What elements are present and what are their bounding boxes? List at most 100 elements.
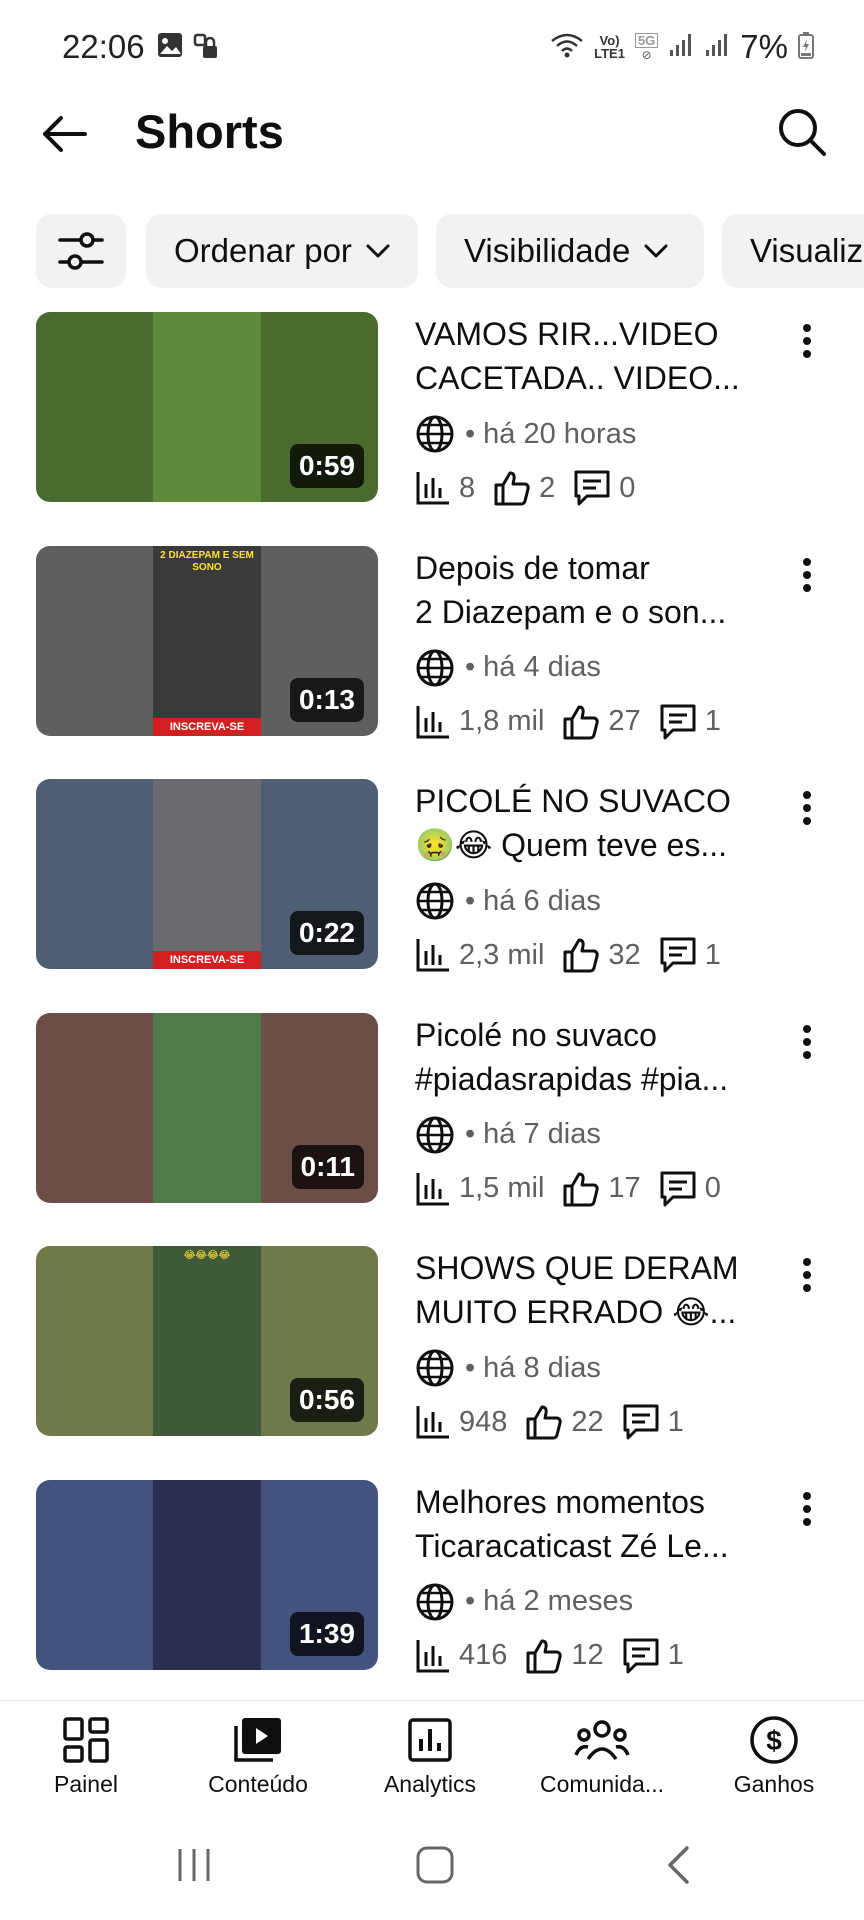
views-chart-icon bbox=[416, 939, 449, 972]
video-thumbnail[interactable]: 0:59 bbox=[36, 312, 378, 502]
thumbs-up-icon bbox=[563, 938, 600, 973]
gallery-notification-icon bbox=[157, 32, 183, 65]
chevron-left-icon bbox=[668, 1846, 689, 1884]
more-options-button[interactable] bbox=[790, 783, 824, 833]
video-thumbnail[interactable]: 1:39 bbox=[36, 1479, 378, 1670]
5g-indicator: 5G ⊘ bbox=[634, 32, 659, 62]
thumbs-up-icon bbox=[494, 471, 530, 506]
separator-dot: • bbox=[465, 1351, 476, 1384]
visibility-dropdown[interactable]: Visibilidade bbox=[436, 214, 704, 288]
dashboard-icon bbox=[62, 1711, 110, 1769]
more-vertical-icon bbox=[803, 1024, 811, 1059]
system-navigation-bar bbox=[0, 1810, 864, 1920]
views-chart-icon bbox=[416, 1406, 449, 1439]
signal-icon-2 bbox=[704, 32, 730, 63]
thumbnail-caption: 2 DIAZEPAM E SEM SONO bbox=[160, 549, 254, 573]
views-stat: 8 bbox=[415, 470, 475, 506]
short-list-item[interactable]: INSCREVA-SE 0:22 PICOLÉ NO SUVACO 🤢😂 Que… bbox=[0, 779, 864, 973]
search-button[interactable] bbox=[772, 102, 832, 162]
recent-apps-button[interactable] bbox=[164, 1840, 224, 1890]
views-chart-icon bbox=[416, 705, 449, 738]
more-options-button[interactable] bbox=[790, 1250, 824, 1300]
video-thumbnail[interactable]: 😂😂😂😂 0:56 bbox=[36, 1246, 378, 1436]
more-options-button[interactable] bbox=[790, 550, 824, 600]
video-info: PICOLÉ NO SUVACO 🤢😂 Quem teve es... • há… bbox=[415, 779, 755, 975]
comments-stat: 1 bbox=[622, 1637, 684, 1675]
likes-count: 2 bbox=[539, 471, 556, 504]
nav-item-ganhos[interactable]: $ Ganhos bbox=[688, 1711, 860, 1798]
chevron-down-icon bbox=[644, 243, 668, 259]
duration-badge: 0:11 bbox=[291, 1144, 364, 1189]
views-count: 948 bbox=[459, 1405, 508, 1438]
video-title-line: Ticaracaticast Zé Le... bbox=[415, 1527, 729, 1564]
comments-stat: 1 bbox=[622, 1403, 684, 1441]
upload-age: há 6 dias bbox=[483, 884, 601, 917]
video-thumbnail[interactable]: 2 DIAZEPAM E SEM SONO INSCREVA-SE 0:13 bbox=[36, 545, 378, 736]
video-title[interactable]: SHOWS QUE DERAM MUITO ERRADO 😂... bbox=[415, 1246, 755, 1334]
nav-item-analytics[interactable]: Analytics bbox=[344, 1711, 516, 1798]
filter-chip-bar: Ordenar por Visibilidade Visualiz bbox=[36, 214, 864, 288]
video-title-line: Depois de tomar bbox=[415, 549, 650, 586]
thumbs-up-icon bbox=[563, 705, 600, 739]
video-title[interactable]: VAMOS RIR...VIDEO CACETADA.. VIDEO... bbox=[415, 312, 755, 400]
views-count: 1,5 mil bbox=[459, 1172, 545, 1204]
thumbs-up-icon bbox=[526, 1405, 563, 1440]
comments-count: 1 bbox=[667, 1639, 684, 1671]
comments-stat: 0 bbox=[659, 1170, 721, 1208]
video-title-line: Picolé no suvaco bbox=[415, 1016, 657, 1053]
nav-label: Analytics bbox=[383, 1771, 477, 1797]
filter-settings-chip[interactable] bbox=[36, 214, 126, 288]
globe-icon bbox=[416, 1583, 454, 1620]
video-title-line: 🤢😂 Quem teve es... bbox=[415, 827, 727, 863]
nav-item-painel[interactable]: Painel bbox=[0, 1711, 172, 1798]
upload-age: há 20 horas bbox=[483, 417, 637, 450]
video-meta: • há 7 dias bbox=[415, 1115, 755, 1155]
thumbnail-frame bbox=[153, 1479, 261, 1670]
thumbs-up-icon bbox=[526, 1639, 563, 1673]
views-count: 416 bbox=[459, 1639, 508, 1671]
video-title[interactable]: Depois de tomar 2 Diazepam e o son... bbox=[415, 546, 755, 634]
more-options-button[interactable] bbox=[790, 1484, 824, 1534]
video-title[interactable]: Melhores momentos Ticaracaticast Zé Le..… bbox=[415, 1480, 755, 1568]
more-options-button[interactable] bbox=[790, 316, 824, 366]
thumbnail-frame: 2 DIAZEPAM E SEM SONO INSCREVA-SE bbox=[153, 545, 261, 736]
nav-item-conteudo[interactable]: Conteúdo bbox=[172, 1711, 344, 1798]
short-list-item[interactable]: 2 DIAZEPAM E SEM SONO INSCREVA-SE 0:13 De… bbox=[0, 545, 864, 739]
thumbnail-frame bbox=[153, 312, 261, 502]
back-button[interactable] bbox=[36, 106, 92, 162]
upload-age: há 4 dias bbox=[483, 651, 601, 683]
views-dropdown[interactable]: Visualiz bbox=[722, 214, 864, 288]
video-meta: • há 4 dias bbox=[415, 648, 755, 688]
views-count: 8 bbox=[459, 471, 476, 504]
short-list-item[interactable]: 😂😂😂😂 0:56 SHOWS QUE DERAM MUITO ERRADO 😂… bbox=[0, 1246, 864, 1440]
video-title[interactable]: Picolé no suvaco #piadasrapidas #pia... bbox=[415, 1013, 755, 1101]
upload-age: há 8 dias bbox=[483, 1351, 601, 1384]
video-title[interactable]: PICOLÉ NO SUVACO 🤢😂 Quem teve es... bbox=[415, 779, 755, 867]
video-thumbnail[interactable]: 0:11 bbox=[36, 1012, 378, 1203]
nav-item-comunidade[interactable]: Comunida... bbox=[516, 1711, 688, 1798]
video-title-line: SHOWS QUE DERAM bbox=[415, 1250, 739, 1286]
short-list-item[interactable]: 0:11 Picolé no suvaco #piadasrapidas #pi… bbox=[0, 1012, 864, 1206]
video-stats: 416 12 1 bbox=[415, 1636, 755, 1676]
views-label: Visualiz bbox=[750, 232, 864, 269]
video-thumbnail[interactable]: INSCREVA-SE 0:22 bbox=[36, 779, 378, 969]
short-list-item[interactable]: 0:59 VAMOS RIR...VIDEO CACETADA.. VIDEO.… bbox=[0, 312, 864, 506]
video-info: Picolé no suvaco #piadasrapidas #pia... … bbox=[415, 1013, 755, 1209]
likes-stat: 2 bbox=[493, 470, 555, 506]
comment-icon bbox=[623, 1404, 659, 1440]
system-back-button[interactable] bbox=[648, 1840, 708, 1890]
comment-icon bbox=[660, 1171, 696, 1206]
comment-icon bbox=[574, 470, 610, 506]
home-button[interactable] bbox=[405, 1840, 465, 1890]
likes-count: 32 bbox=[608, 938, 641, 971]
sort-dropdown[interactable]: Ordenar por bbox=[146, 214, 418, 288]
comments-stat: 1 bbox=[659, 703, 721, 741]
sort-label: Ordenar por bbox=[174, 232, 352, 269]
views-count: 1,8 mil bbox=[459, 705, 545, 737]
status-time: 22:06 bbox=[62, 28, 145, 65]
recent-apps-icon bbox=[178, 1849, 210, 1881]
more-options-button[interactable] bbox=[790, 1017, 824, 1067]
volte-indicator: Vo) LTE1 bbox=[594, 33, 625, 61]
short-list-item[interactable]: 1:39 Melhores momentos Ticaracaticast Zé… bbox=[0, 1479, 864, 1673]
battery-percent: 7% bbox=[740, 28, 788, 65]
